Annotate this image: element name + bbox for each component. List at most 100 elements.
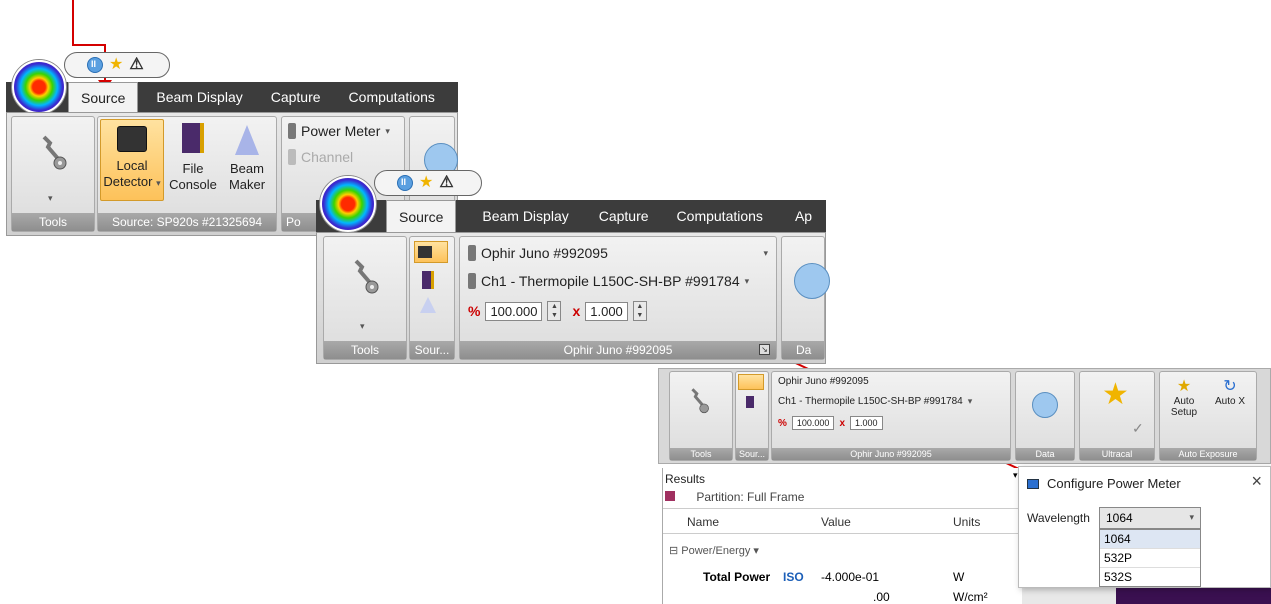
wrench-star-icon: ★ bbox=[1176, 378, 1192, 395]
wavelength-label: Wavelength bbox=[1027, 511, 1090, 525]
scale-input[interactable]: 100.000 bbox=[485, 301, 543, 321]
wavelength-select[interactable]: 1064 ▾ bbox=[1099, 507, 1201, 529]
results-header: Name Value Units bbox=[663, 508, 1023, 534]
source-group: Sour... bbox=[409, 236, 455, 360]
tab-computations[interactable]: Computations bbox=[333, 82, 447, 112]
pause-icon[interactable] bbox=[794, 263, 830, 299]
auto-setup-button[interactable]: ★ Auto Setup bbox=[1164, 376, 1204, 418]
camera-dropdown[interactable] bbox=[738, 374, 764, 390]
tab-source[interactable]: Source bbox=[386, 200, 457, 232]
auto-exposure-group-label: Auto Exposure bbox=[1160, 448, 1256, 460]
device-dropdown[interactable]: Ophir Juno #992095 ▾ bbox=[468, 245, 768, 261]
tools-group-label: Tools bbox=[670, 448, 732, 460]
tab-computations[interactable]: Computations bbox=[661, 200, 775, 232]
ophir-juno-group-label: Ophir Juno #992095 ↘ bbox=[460, 341, 776, 359]
row-value: .00 bbox=[873, 590, 890, 604]
file-icon bbox=[182, 123, 204, 153]
star-icon[interactable]: ★ bbox=[419, 175, 433, 191]
chevron-down-icon: ▾ bbox=[360, 321, 365, 331]
chevron-down-icon: ▾ bbox=[156, 178, 161, 188]
device-dropdown[interactable]: Ophir Juno #992095 bbox=[778, 376, 869, 387]
source-group: Sour... bbox=[735, 371, 769, 461]
multiplier-stepper[interactable]: ▲ ▼ bbox=[632, 301, 647, 321]
camera-dropdown[interactable] bbox=[414, 241, 448, 263]
iso-link[interactable]: ISO bbox=[783, 570, 804, 584]
camera-icon bbox=[418, 246, 432, 258]
scale-stepper[interactable]: ▲ ▼ bbox=[547, 301, 562, 321]
option-532s[interactable]: 532S bbox=[1100, 567, 1200, 586]
tab-beam-display[interactable]: Beam Display bbox=[456, 200, 580, 232]
pause-icon[interactable] bbox=[1032, 392, 1058, 418]
app-logo[interactable] bbox=[12, 60, 66, 114]
scale-controls: % 100.000 ▲ ▼ x 1.000 ▲ ▼ bbox=[468, 301, 647, 321]
scale-input[interactable]: 100.000 bbox=[791, 416, 835, 430]
multiplier-input[interactable]: 1.000 bbox=[850, 416, 883, 430]
triangle-a-icon[interactable]: ⚠ bbox=[129, 57, 143, 73]
ribbon2: ★ ⚠ Source Beam Display Capture Computat… bbox=[316, 170, 830, 366]
beam-maker-button[interactable]: Beam Maker bbox=[220, 119, 274, 201]
channel-dropdown[interactable]: Ch1 - Thermopile L150C-SH-BP #991784 ▾ bbox=[468, 273, 774, 289]
triangle-a-icon[interactable]: ⚠ bbox=[439, 175, 453, 191]
partition-row[interactable]: Partition: Full Frame bbox=[665, 490, 804, 504]
file-icon[interactable] bbox=[422, 271, 434, 289]
source-group: Local Detector ▾ File Console Beam Maker… bbox=[97, 116, 277, 232]
option-1064[interactable]: 1064 bbox=[1100, 530, 1200, 548]
local-detector-button[interactable]: Local Detector ▾ bbox=[100, 119, 164, 201]
ultracal-group: ★ ✓ Ultracal bbox=[1079, 371, 1155, 461]
data-group-label: Da bbox=[782, 341, 824, 359]
chevron-down-icon: ▾ bbox=[385, 125, 390, 136]
multiplier-input[interactable]: 1.000 bbox=[585, 301, 628, 321]
ultracal-star-icon[interactable]: ★ bbox=[1102, 380, 1129, 410]
tab-beam-display[interactable]: Beam Display bbox=[138, 82, 254, 112]
power-meter-dropdown[interactable]: Power Meter ▾ bbox=[288, 123, 390, 139]
tab-ap[interactable]: Ap bbox=[775, 200, 824, 232]
percent-scale-icon: % bbox=[778, 417, 787, 429]
wrench-gear-icon bbox=[42, 135, 67, 170]
column-name[interactable]: Name bbox=[687, 515, 719, 529]
tab-source[interactable]: Source bbox=[68, 82, 139, 112]
dialog-launcher-icon[interactable]: ↘ bbox=[759, 344, 770, 355]
file-console-button[interactable]: File Console bbox=[168, 119, 218, 201]
star-icon[interactable]: ★ bbox=[109, 57, 123, 73]
results-panel: Results ▾ Partition: Full Frame Name Val… bbox=[662, 468, 1023, 604]
pause-icon[interactable] bbox=[87, 57, 103, 73]
chevron-down-icon: ▾ bbox=[744, 275, 750, 286]
ribbon1-tabbar: Source Beam Display Capture Computations bbox=[6, 82, 458, 112]
auto-x-button[interactable]: ↻ Auto X bbox=[1208, 376, 1252, 407]
app-logo[interactable] bbox=[320, 176, 376, 232]
ribbon2-tabbar: Source Beam Display Capture Computations… bbox=[316, 200, 826, 232]
probe-icon bbox=[288, 123, 296, 139]
pause-icon[interactable] bbox=[397, 175, 413, 191]
channel-dropdown[interactable]: Ch1 - Thermopile L150C-SH-BP #991784 ▾ bbox=[778, 396, 972, 407]
tools-group[interactable]: Tools bbox=[669, 371, 733, 461]
multiplier-icon: x bbox=[572, 303, 581, 319]
file-icon[interactable] bbox=[746, 396, 754, 408]
configure-power-meter-dialog: Configure Power Meter × Wavelength 1064 … bbox=[1018, 466, 1271, 588]
close-icon[interactable]: × bbox=[1251, 471, 1262, 492]
tab-capture[interactable]: Capture bbox=[581, 200, 661, 232]
column-value[interactable]: Value bbox=[821, 515, 851, 529]
multiplier-icon: x bbox=[839, 417, 846, 429]
dialog-app-icon bbox=[1027, 479, 1039, 489]
partition-icon bbox=[665, 491, 675, 501]
tab-capture[interactable]: Capture bbox=[255, 82, 333, 112]
results-dropdown-icon[interactable]: ▾ bbox=[1013, 470, 1018, 481]
tools-group[interactable]: ▾ Tools bbox=[323, 236, 407, 360]
wrench-gear-icon bbox=[691, 388, 709, 414]
ultracal-group-label: Ultracal bbox=[1080, 448, 1154, 460]
beam-icon[interactable] bbox=[420, 297, 436, 313]
auto-exposure-group: ★ Auto Setup ↻ Auto X Auto Exposure bbox=[1159, 371, 1257, 461]
tools-group-label: Tools bbox=[324, 341, 406, 359]
chevron-down-icon: ▾ bbox=[763, 247, 768, 258]
tools-group[interactable]: ▾ Tools bbox=[11, 116, 95, 232]
option-532p[interactable]: 532P bbox=[1100, 548, 1200, 567]
section-power-energy[interactable]: ⊟ Power/Energy ▾ bbox=[669, 544, 759, 557]
row-value: -4.000e-01 bbox=[821, 570, 880, 584]
data-group: Data bbox=[1015, 371, 1075, 461]
wavelength-options: 1064 532P 532S bbox=[1099, 529, 1201, 587]
ribbon2-body: ▾ Tools Sour... Ophir Juno #992095 ▾ Ch1… bbox=[316, 232, 830, 364]
source-group-label: Source: SP920s #21325694 bbox=[98, 213, 276, 231]
data-group-label: Data bbox=[1016, 448, 1074, 460]
column-units[interactable]: Units bbox=[953, 515, 980, 529]
probe-icon bbox=[468, 245, 476, 261]
